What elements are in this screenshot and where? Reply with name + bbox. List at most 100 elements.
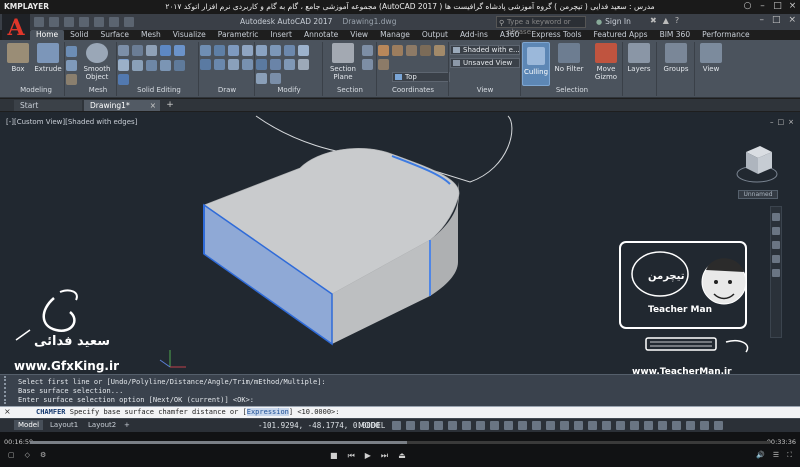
drawing-tab[interactable]: Drawing1* × — [84, 100, 160, 111]
tab-express-tools[interactable]: Express Tools — [525, 30, 587, 40]
layers-button[interactable]: Layers — [624, 43, 654, 73]
3d-osnap-icon[interactable] — [532, 421, 541, 430]
start-tab[interactable]: Start — [14, 100, 82, 111]
presspull-icon[interactable] — [66, 60, 77, 71]
saveas-icon[interactable] — [79, 17, 89, 27]
app-maximize-icon[interactable]: □ — [772, 15, 781, 25]
lineweight-icon[interactable] — [490, 421, 499, 430]
circle-icon[interactable] — [228, 45, 239, 56]
fillet-icon[interactable] — [270, 59, 281, 70]
next-icon[interactable]: ⏭ — [381, 451, 388, 461]
ucs-world-icon[interactable] — [392, 45, 403, 56]
exchange-icon[interactable]: ✖ — [650, 16, 657, 25]
orbit-icon[interactable] — [772, 255, 780, 263]
application-menu-button[interactable]: A — [2, 14, 30, 42]
tab-insert[interactable]: Insert — [264, 30, 298, 40]
polysolid-icon[interactable] — [66, 46, 77, 57]
lock-ui-icon[interactable] — [658, 421, 667, 430]
tab-surface[interactable]: Surface — [94, 30, 135, 40]
polygon-icon[interactable] — [214, 59, 225, 70]
tab-solid[interactable]: Solid — [64, 30, 94, 40]
tab-featured-apps[interactable]: Featured Apps — [588, 30, 654, 40]
app-close-icon[interactable]: × — [788, 15, 796, 25]
isodraft-icon[interactable] — [448, 421, 457, 430]
layout-tab-layout2[interactable]: Layout2 — [84, 420, 120, 430]
tab-output[interactable]: Output — [416, 30, 454, 40]
quick-properties-icon[interactable] — [644, 421, 653, 430]
subtitle-icon[interactable]: ▢ — [8, 451, 15, 459]
separate-icon[interactable] — [174, 60, 185, 71]
viewport-controls-label[interactable]: [-][Custom View][Shaded with edges] — [6, 118, 137, 126]
tab-manage[interactable]: Manage — [374, 30, 416, 40]
redo-icon[interactable] — [124, 17, 134, 27]
snap-icon[interactable] — [406, 421, 415, 430]
scale-icon[interactable] — [284, 45, 295, 56]
line-icon[interactable] — [200, 45, 211, 56]
polar-icon[interactable] — [434, 421, 443, 430]
vp-close-icon[interactable]: × — [788, 118, 794, 126]
app-minimize-icon[interactable]: – — [759, 15, 764, 25]
panel-view[interactable]: View — [450, 86, 520, 94]
array-icon[interactable] — [284, 59, 295, 70]
panel-modify[interactable]: Modify — [256, 86, 322, 94]
stop-icon[interactable]: ■ — [330, 451, 338, 461]
playlist-icon[interactable]: ☰ — [773, 451, 779, 460]
settings-icon[interactable]: ⚙ — [40, 451, 46, 459]
undo-icon[interactable] — [109, 17, 119, 27]
tab-view[interactable]: View — [344, 30, 374, 40]
minimize-icon[interactable]: – — [757, 1, 768, 12]
extract-edges-icon[interactable] — [146, 60, 157, 71]
save-icon[interactable] — [64, 17, 74, 27]
ucs-face-icon[interactable] — [378, 59, 389, 70]
box-button[interactable]: Box — [2, 43, 34, 73]
pan-icon[interactable] — [772, 227, 780, 235]
copy-icon[interactable] — [298, 45, 309, 56]
ellipse-icon[interactable] — [242, 59, 253, 70]
tab-annotate[interactable]: Annotate — [298, 30, 344, 40]
command-line[interactable]: × CHAMFER Specify base surface chamfer d… — [0, 406, 800, 418]
panel-coordinates[interactable]: Coordinates — [378, 86, 448, 94]
search-input[interactable]: ⚲ Type a keyword or phrase — [496, 16, 586, 36]
grid-icon[interactable] — [392, 421, 401, 430]
move-gizmo-button[interactable]: Move Gizmo — [590, 43, 622, 81]
erase-icon[interactable] — [298, 59, 309, 70]
drawing-viewport[interactable]: تیچرمن Teacher Man — [0, 112, 800, 374]
tab-performance[interactable]: Performance — [696, 30, 756, 40]
move-icon[interactable] — [256, 45, 267, 56]
showmotion-icon[interactable] — [772, 269, 780, 277]
hardware-acceleration-icon[interactable] — [686, 421, 695, 430]
section-icon[interactable] — [362, 45, 373, 56]
rectangle-icon[interactable] — [200, 59, 211, 70]
isolate-icon[interactable] — [672, 421, 681, 430]
mesh-smooth-less-icon[interactable] — [132, 45, 143, 56]
vp-minimize-icon[interactable]: – — [770, 118, 774, 126]
panel-mesh[interactable]: Mesh — [80, 86, 116, 94]
add-layout-button[interactable]: + — [120, 420, 134, 430]
ucs-object-icon[interactable] — [420, 45, 431, 56]
revolve-icon[interactable] — [66, 74, 77, 85]
fullscreen-icon[interactable]: ⛶ — [787, 451, 792, 460]
smooth-object-button[interactable]: Smooth Object — [80, 43, 114, 81]
osnap-icon[interactable] — [476, 421, 485, 430]
close-tab-icon[interactable]: × — [150, 100, 156, 111]
no-filter-button[interactable]: No Filter — [552, 43, 586, 73]
3d-icon[interactable]: ◇ — [25, 451, 30, 459]
model-space-button[interactable]: MODEL — [358, 421, 385, 430]
section-plane-button[interactable]: Section Plane — [326, 43, 360, 81]
play-icon[interactable]: ▶ — [365, 451, 371, 461]
tab-bim-360[interactable]: BIM 360 — [654, 30, 697, 40]
interfere-icon[interactable] — [132, 60, 143, 71]
layout-tab-layout1[interactable]: Layout1 — [46, 420, 82, 430]
mesh-smooth-more-icon[interactable] — [118, 45, 129, 56]
close-command-icon[interactable]: × — [4, 407, 11, 416]
ucs-name-dropdown[interactable]: Unnamed — [738, 190, 778, 199]
new-tab-button[interactable]: + — [164, 100, 176, 111]
tab-home[interactable]: Home — [30, 30, 65, 40]
ortho-icon[interactable] — [420, 421, 429, 430]
help-icon[interactable]: ? — [675, 16, 679, 25]
previous-icon[interactable]: ⏮ — [348, 451, 355, 461]
trim-icon[interactable] — [270, 73, 281, 84]
gizmo-toggle-icon[interactable] — [574, 421, 583, 430]
ucs-view-icon[interactable] — [406, 45, 417, 56]
annotation-visibility-icon[interactable] — [588, 421, 597, 430]
